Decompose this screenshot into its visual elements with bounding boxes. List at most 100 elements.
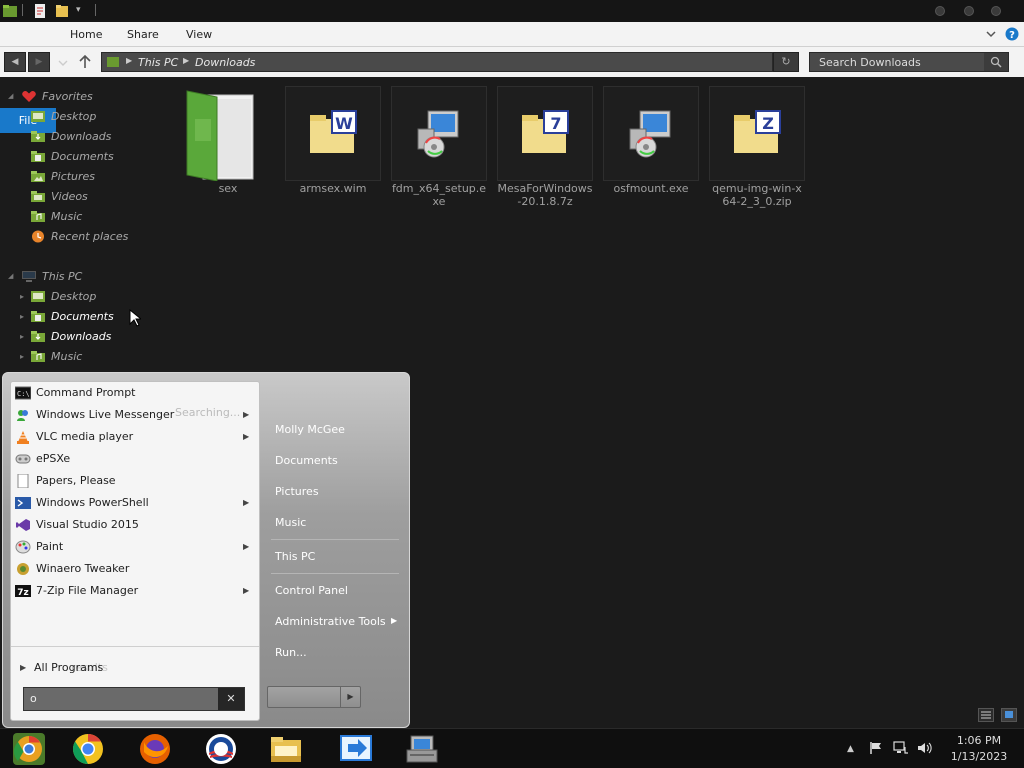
taskbar-chrome-canary[interactable] (4, 732, 54, 768)
program-label: Papers, Please (36, 474, 116, 487)
clear-search-button[interactable]: ✕ (218, 688, 244, 710)
minimize-button[interactable] (935, 6, 945, 16)
installer-icon (629, 110, 671, 158)
expand-ribbon-icon[interactable] (984, 27, 998, 41)
start-link-user[interactable]: Molly McGee (275, 423, 345, 436)
sidebar-item-label: Music (51, 210, 83, 223)
breadcrumb-separator: ▶ (183, 56, 190, 65)
start-search-input[interactable]: o ✕ (23, 687, 245, 711)
search-button[interactable] (984, 53, 1008, 71)
taskbar-firefox[interactable] (130, 732, 180, 768)
searching-indicator: Searching... (175, 406, 241, 419)
start-link-pictures[interactable]: Pictures (275, 485, 319, 498)
address-bar[interactable]: ▶ This PC ▶ Downloads (101, 52, 773, 72)
paint-icon (15, 540, 31, 554)
svg-text:C:\: C:\ (17, 390, 30, 398)
start-link-run[interactable]: Run... (275, 646, 307, 659)
file-name: fdm_x64_setup.exe (391, 182, 487, 208)
taskbar-setup[interactable] (397, 732, 447, 768)
program-label: Winaero Tweaker (36, 562, 130, 575)
maximize-button[interactable] (964, 6, 974, 16)
customize-quick-access-icon[interactable]: ▾ (76, 5, 81, 15)
program-vlc-media-player[interactable]: VLC media player ▶ (11, 426, 259, 448)
close-button[interactable] (991, 6, 1001, 16)
tab-share[interactable]: Share (127, 22, 159, 47)
large-icons-view-button[interactable] (1001, 708, 1017, 722)
help-icon[interactable]: ? (1005, 27, 1019, 41)
network-icon[interactable] (893, 741, 909, 755)
search-box[interactable]: Search Downloads (809, 52, 1009, 72)
forward-button[interactable]: ▶ (28, 52, 50, 72)
refresh-button[interactable]: ↻ (773, 52, 799, 72)
taskbar-obama-logo[interactable] (196, 732, 246, 768)
documents-folder-icon (31, 151, 45, 162)
sidebar-item-label: Recent places (51, 230, 129, 243)
expand-caret[interactable]: ▸ (20, 292, 28, 301)
submenu-arrow-icon: ▶ (391, 616, 398, 625)
submenu-arrow-icon: ▶ (243, 586, 250, 595)
program-label: 7-Zip File Manager (36, 584, 139, 597)
start-link-administrative-tools[interactable]: Administrative Tools (275, 615, 386, 628)
sidebar-item-label: Music (51, 350, 83, 363)
start-link-this-pc[interactable]: This PC (275, 550, 315, 563)
program-winaero-tweaker[interactable]: Winaero Tweaker (11, 558, 259, 580)
start-link-music[interactable]: Music (275, 516, 306, 529)
breadcrumb-downloads[interactable]: Downloads (195, 56, 255, 69)
start-link-control-panel[interactable]: Control Panel (275, 584, 348, 597)
start-menu: C:\ Command Prompt Windows Live Messenge… (2, 372, 410, 728)
taskbar-file-explorer[interactable] (261, 732, 311, 768)
sidebar-item-label: Downloads (51, 130, 112, 143)
desktop-folder-icon (31, 291, 45, 302)
collapse-caret[interactable]: ◢ (8, 272, 16, 280)
all-programs-button[interactable]: ▶ results All Programs (11, 656, 259, 680)
submenu-arrow-icon: ▶ (243, 432, 250, 441)
program-7zip-file-manager[interactable]: 7z 7-Zip File Manager ▶ (11, 580, 259, 602)
expand-caret[interactable]: ▸ (20, 352, 28, 361)
svg-text:Z: Z (762, 114, 774, 133)
system-clock[interactable]: 1:06 PM 1/13/2023 (946, 733, 1012, 765)
new-folder-icon[interactable] (54, 3, 70, 19)
separator (22, 4, 23, 16)
details-view-button[interactable] (978, 708, 994, 722)
shutdown-button[interactable]: ▶ (267, 686, 361, 708)
file-thumbnail (603, 86, 699, 181)
shutdown-options-arrow-icon[interactable]: ▶ (340, 687, 360, 707)
desktop: ▾ File Home Share View ? ◀ ▶ ▶ This PC ▶… (0, 0, 1024, 768)
back-button[interactable]: ◀ (4, 52, 26, 72)
program-paint[interactable]: Paint ▶ (11, 536, 259, 558)
program-epsxe[interactable]: ePSXe (11, 448, 259, 470)
installer-icon (417, 110, 459, 158)
recent-places-icon (32, 230, 44, 243)
navigation-bar: ◀ ▶ ▶ This PC ▶ Downloads ↻ Search Downl… (0, 47, 1024, 77)
computer-icon (22, 271, 36, 282)
sidebar-item-label: Documents (51, 150, 114, 163)
svg-text:?: ? (1009, 30, 1015, 41)
large-icons-view-icon (1005, 711, 1013, 718)
expand-caret[interactable]: ▸ (20, 312, 28, 321)
expand-caret[interactable]: ▸ (20, 332, 28, 341)
remote-desktop-icon (340, 735, 372, 761)
taskbar-remote-desktop[interactable] (331, 732, 381, 768)
tab-view[interactable]: View (186, 22, 212, 47)
svg-text:7: 7 (550, 114, 561, 133)
program-windows-powershell[interactable]: Windows PowerShell ▶ (11, 492, 259, 514)
gamepad-icon (15, 454, 31, 464)
program-label: Visual Studio 2015 (36, 518, 139, 531)
up-arrow-icon[interactable] (78, 54, 92, 70)
taskbar-chrome[interactable] (63, 732, 113, 768)
breadcrumb-this-pc[interactable]: This PC (138, 56, 178, 69)
properties-icon[interactable] (32, 3, 48, 19)
action-center-flag-icon[interactable] (869, 741, 883, 755)
collapse-caret[interactable]: ◢ (8, 92, 16, 100)
chrome-icon (72, 734, 103, 764)
tab-home[interactable]: Home (70, 22, 102, 47)
program-command-prompt[interactable]: C:\ Command Prompt (11, 382, 259, 404)
powershell-icon (15, 497, 31, 509)
volume-icon[interactable] (917, 741, 933, 755)
start-link-documents[interactable]: Documents (275, 454, 338, 467)
zip-archive-icon: Z (734, 110, 781, 153)
program-visual-studio-2015[interactable]: Visual Studio 2015 (11, 514, 259, 536)
show-hidden-icons-button[interactable]: ▲ (847, 744, 854, 754)
program-papers-please[interactable]: Papers, Please (11, 470, 259, 492)
recent-locations-icon[interactable] (57, 58, 69, 68)
